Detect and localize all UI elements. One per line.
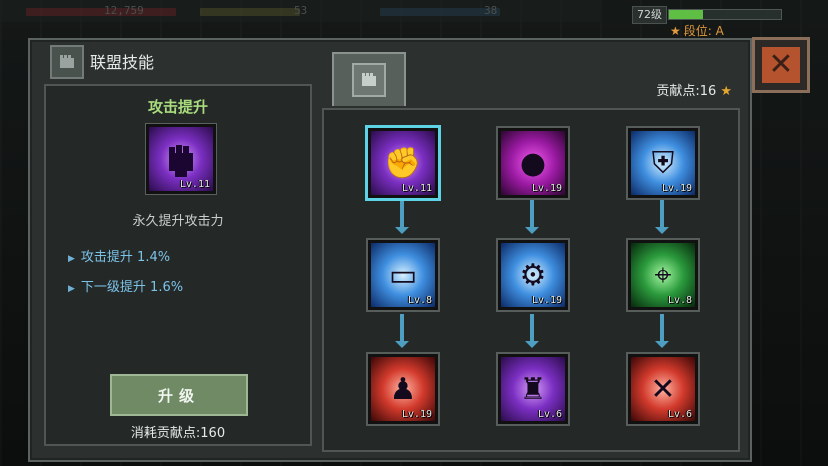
skill-level-label: Lv.8 [407,295,432,306]
skill-level-label: Lv.11 [401,183,432,194]
fist-tab-icon [352,63,386,97]
alliance-skills-window: 联盟技能 贡献点:16 ★ 攻击提升 Lv.11 永久提升攻击力 ▶ 攻击提升 1.… [28,38,752,462]
tree-connector [525,314,539,348]
contribution-label: 贡献点:16 [656,84,717,99]
shield-bar [380,8,500,16]
tree-connector [525,200,539,234]
skill-level-label: Lv.19 [661,183,692,194]
skill-node-sniper-boost[interactable]: ✕ Lv.6 [628,354,698,424]
skill-level-label: Lv.19 [531,183,562,194]
energy-value: 53 [294,4,308,17]
skill-node-attack-boost[interactable]: ✊ Lv.11 [368,128,438,198]
skill-node-armor-boost[interactable]: ⛨ Lv.19 [628,128,698,198]
level-progress-fill [669,10,703,19]
fist-emblem-icon [50,45,84,79]
health-value: 12,759 [104,4,144,17]
current-bonus-text: 攻击提升 1.4% [80,250,171,265]
skill-detail-panel: 攻击提升 Lv.11 永久提升攻击力 ▶ 攻击提升 1.4% ▶ 下一级提升 1.6… [44,84,312,446]
skill-level-label: Lv.6 [537,409,562,420]
tree-connector [655,200,669,234]
skill-node-weapon-boost[interactable]: ⚙ Lv.19 [498,240,568,310]
tree-connector [395,314,409,348]
next-bonus-text: 下一级提升 1.6% [80,280,184,295]
tree-connector [395,200,409,234]
next-bonus: ▶ 下一级提升 1.6% [68,276,183,295]
top-hud: 12,759 53 38 [0,0,600,22]
skill-node-rage-boost[interactable]: ♟ Lv.19 [368,354,438,424]
close-button[interactable]: ✕ [752,37,810,93]
skill-level-label: Lv.19 [401,409,432,420]
skill-level-label: Lv.8 [667,295,692,306]
skill-level-label: Lv.6 [667,409,692,420]
star-icon: ★ [720,84,732,99]
close-icon: ✕ [762,47,800,83]
current-bonus: ▶ 攻击提升 1.4% [68,246,170,265]
skill-tree-panel: ✊ Lv.11 ● Lv.19 ⛨ Lv.19 ▭ Lv.8 ⚙ Lv.19 ⌖ Lv.8 ♟ Lv.19… [322,108,740,452]
play-arrow-icon: ▶ [68,284,75,294]
energy-bar [200,8,300,16]
window-title: 联盟技能 [90,53,155,72]
shield-value: 38 [484,4,498,17]
play-arrow-icon: ▶ [68,254,75,264]
selected-skill-name: 攻击提升 [147,98,208,116]
skill-node-defense-boost[interactable]: ● Lv.19 [498,128,568,198]
player-level: 72级 [632,6,667,24]
skill-node-heavy-weapon-boost[interactable]: ♜ Lv.6 [498,354,568,424]
upgrade-button[interactable]: 升级 [110,374,248,416]
skill-level-label: Lv.19 [531,295,562,306]
level-progress-bar [668,9,782,20]
contribution-points: 贡献点:16 ★ [656,80,732,99]
selected-skill-level: Lv.11 [179,179,210,190]
star-icon: ★ [670,24,681,38]
tree-connector [655,314,669,348]
health-bar [26,8,176,16]
selected-skill-icon: Lv.11 [146,124,216,194]
tab-alliance-skills[interactable] [332,52,406,106]
rank-label: 段位: A [683,24,724,38]
skill-description: 永久提升攻击力 [132,214,224,229]
skill-node-crosshair-boost[interactable]: ⌖ Lv.8 [628,240,698,310]
rank-indicator: ★ 段位: A [670,22,724,39]
skill-node-goggles-boost[interactable]: ▭ Lv.8 [368,240,438,310]
upgrade-cost: 消耗贡献点:160 [130,426,226,441]
